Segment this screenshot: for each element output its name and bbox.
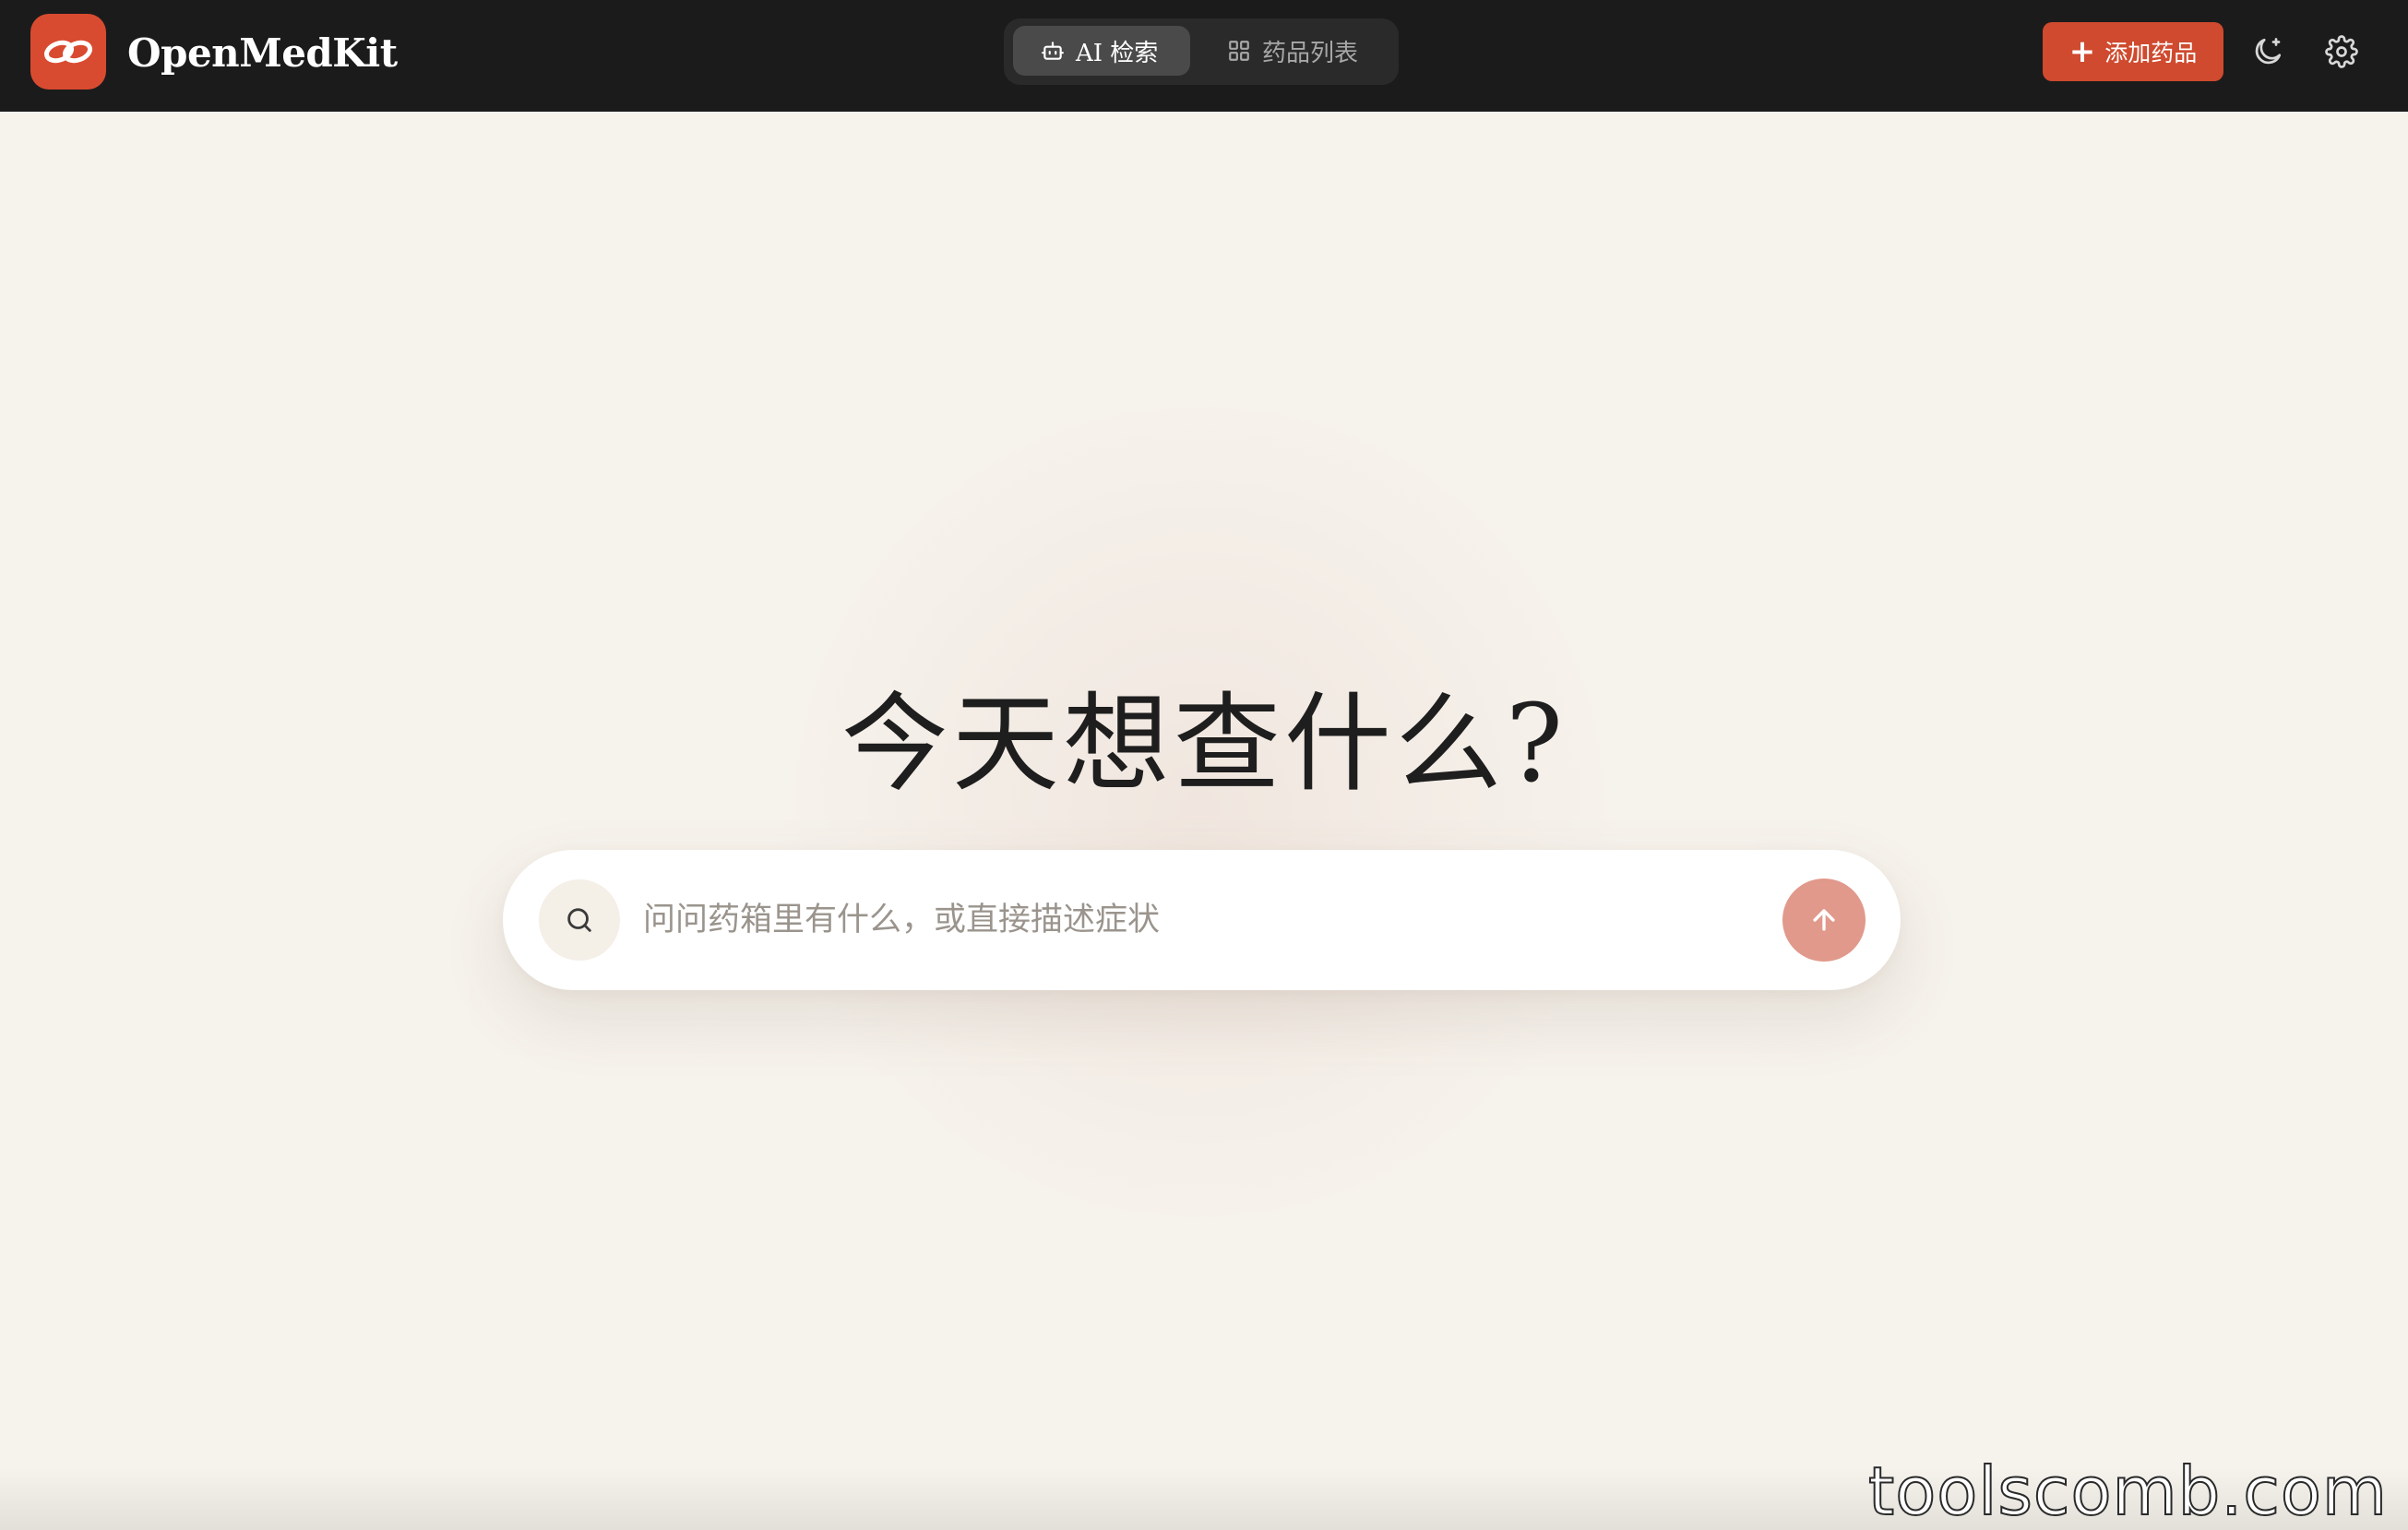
pill-capsule-icon <box>43 40 93 64</box>
app-logo[interactable] <box>30 14 106 90</box>
search-input[interactable] <box>641 892 1702 948</box>
tab-ai-search-label: AI 检索 <box>1076 39 1159 67</box>
tab-medicine-list[interactable]: 药品列表 <box>1199 26 1384 76</box>
theme-toggle-button[interactable] <box>2246 30 2290 74</box>
top-navigation-bar: OpenMedKit AI 检索 药品列表 + 添加药品 <box>0 0 2408 112</box>
send-button[interactable] <box>1782 879 1866 962</box>
page-heading: 今天想查什么? <box>840 682 1568 807</box>
arrow-up-icon <box>1813 909 1835 931</box>
search-icon-badge <box>539 879 620 961</box>
app-title: OpenMedKit <box>127 30 398 76</box>
add-medicine-label: 添加药品 <box>2104 40 2198 66</box>
gear-icon <box>2325 35 2358 68</box>
robot-icon <box>1041 39 1065 63</box>
add-medicine-button[interactable]: + 添加药品 <box>2043 22 2223 81</box>
watermark-text: toolscomb.com <box>1867 1452 2388 1530</box>
grid-icon <box>1227 39 1251 63</box>
settings-button[interactable] <box>2319 30 2364 74</box>
search-icon <box>567 908 591 932</box>
moon-icon <box>2255 38 2282 65</box>
search-bar <box>503 850 1901 990</box>
tab-ai-search[interactable]: AI 检索 <box>1013 26 1190 76</box>
plus-icon: + <box>2068 33 2096 70</box>
tab-medicine-list-label: 药品列表 <box>1262 39 1359 67</box>
background-glow <box>738 351 1661 1273</box>
view-tab-switcher: AI 检索 药品列表 <box>1004 18 1399 85</box>
